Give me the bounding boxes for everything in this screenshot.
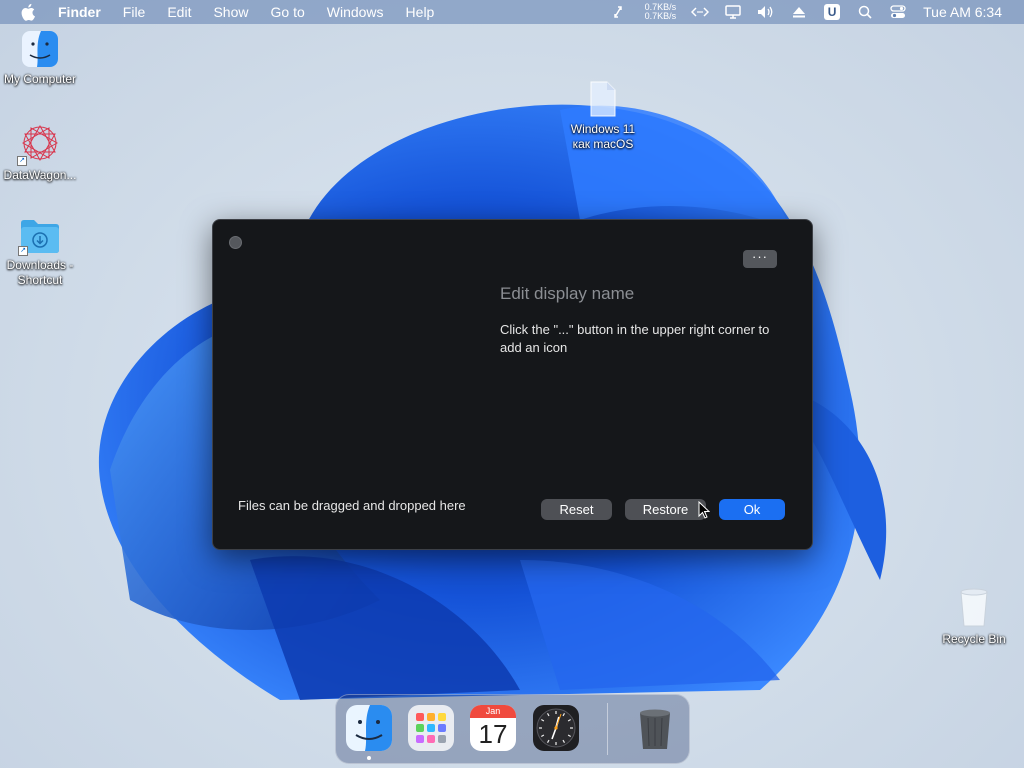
search-icon[interactable] xyxy=(856,3,874,21)
recycle-bin-icon xyxy=(956,588,992,628)
u-badge-icon[interactable]: U xyxy=(823,3,841,21)
code-icon[interactable] xyxy=(691,3,710,21)
reset-button[interactable]: Reset xyxy=(541,499,612,520)
desktop-icon-label: Recycle Bin xyxy=(942,632,1006,646)
desktop-icon-label: My Computer xyxy=(3,72,77,86)
file-icon xyxy=(589,80,617,118)
volume-icon[interactable] xyxy=(757,3,775,21)
menu-clock[interactable]: Tue AM 6:34 xyxy=(923,4,1002,20)
dock-separator xyxy=(607,703,608,755)
dialog-title: Edit display name xyxy=(500,284,635,303)
display-icon[interactable] xyxy=(724,3,742,21)
dock: Jan 17 xyxy=(335,694,690,764)
arrows-icon[interactable] xyxy=(609,3,627,21)
mouse-cursor-icon xyxy=(698,501,710,519)
ok-button[interactable]: Ok xyxy=(719,499,785,520)
launchpad-icon[interactable] xyxy=(408,705,454,751)
finder-icon[interactable] xyxy=(346,705,392,751)
desktop-icon-my-computer[interactable]: My Computer xyxy=(0,30,80,87)
menu-windows[interactable]: Windows xyxy=(327,0,384,24)
apple-icon[interactable] xyxy=(21,3,37,21)
menu-file[interactable]: File xyxy=(123,0,146,24)
restore-button[interactable]: Restore xyxy=(625,499,706,520)
finder-face-icon xyxy=(21,30,59,68)
desktop-icon-label: DataWagon... xyxy=(3,168,77,182)
dialog-description: Click the "..." button in the upper righ… xyxy=(500,322,770,355)
trash-icon[interactable] xyxy=(632,705,678,751)
menu-edit[interactable]: Edit xyxy=(167,0,191,24)
desktop-icon-label-line2: Shortcut xyxy=(17,273,63,287)
desktop-icon-downloads-shortcut[interactable]: ↗ Downloads - Shortcut xyxy=(0,218,80,288)
network-speed: 0.7KB/s 0.7KB/s xyxy=(645,3,677,21)
desktop-icon-label-line2: как macOS xyxy=(572,137,634,151)
desktop-icon-label-line1: Downloads - xyxy=(6,258,74,272)
folder-download-icon: ↗ xyxy=(18,218,60,256)
calendar-day: 17 xyxy=(478,719,508,749)
close-window-button[interactable] xyxy=(229,236,242,249)
more-options-button[interactable]: ··· xyxy=(743,250,777,268)
desktop-icon-windows11-macos[interactable]: Windows 11 как macOS xyxy=(556,80,650,152)
shortcut-arrow-icon: ↗ xyxy=(17,156,27,166)
datawagon-icon: ↗ xyxy=(17,122,61,166)
calendar-icon[interactable]: Jan 17 xyxy=(470,705,516,751)
menu-go-to[interactable]: Go to xyxy=(271,0,305,24)
control-center-icon[interactable] xyxy=(889,3,907,21)
net-down-speed: 0.7KB/s xyxy=(644,11,677,21)
clock-icon[interactable] xyxy=(533,705,579,751)
calendar-month: Jan xyxy=(470,705,516,718)
desktop-icon-datawagon[interactable]: ↗ DataWagon... xyxy=(0,122,80,183)
menu-show[interactable]: Show xyxy=(213,0,248,24)
menu-help[interactable]: Help xyxy=(406,0,435,24)
eject-icon[interactable] xyxy=(790,3,808,21)
u-badge-label: U xyxy=(824,4,841,20)
menu-app-name[interactable]: Finder xyxy=(58,0,101,24)
desktop-icon-recycle-bin[interactable]: Recycle Bin xyxy=(936,588,1012,647)
shortcut-arrow-icon: ↗ xyxy=(18,246,28,256)
finder-running-indicator xyxy=(367,756,371,760)
edit-display-name-dialog: ··· Edit display name Click the "..." bu… xyxy=(212,219,813,550)
drop-zone-hint: Files can be dragged and dropped here xyxy=(238,498,466,513)
desktop-icon-label-line1: Windows 11 xyxy=(570,122,636,136)
menu-bar: Finder File Edit Show Go to Windows Help… xyxy=(0,0,1024,24)
